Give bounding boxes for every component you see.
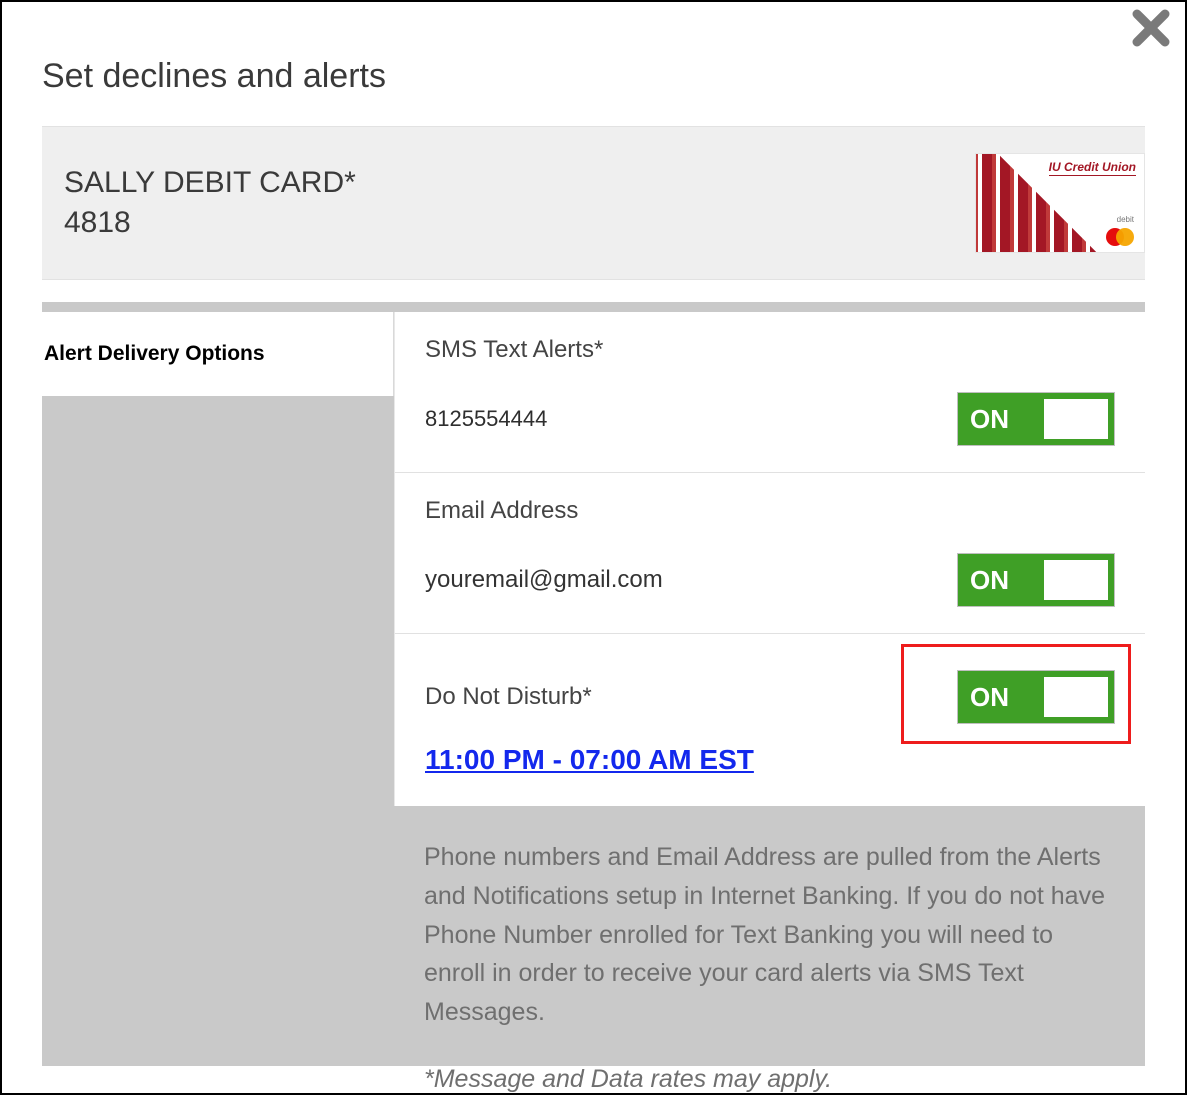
card-name-line2: 4818 [64,206,131,239]
card-art-icon: IU Credit Union debit [975,153,1145,253]
sms-toggle[interactable]: ON [957,392,1115,446]
notes-block: Phone numbers and Email Address are pull… [394,806,1145,1099]
sms-label: SMS Text Alerts* [425,336,1115,364]
toggle-knob [1044,677,1108,717]
card-sublabel: debit [1117,215,1134,224]
modal-title: Set declines and alerts [2,2,1185,126]
dnd-toggle[interactable]: ON [957,670,1115,724]
email-toggle-state: ON [970,565,1044,596]
close-icon[interactable] [1131,8,1171,48]
dnd-label: Do Not Disturb* [425,683,592,711]
content-wrap: Alert Delivery Options SMS Text Alerts* … [42,306,1145,1066]
tab-alert-delivery-options[interactable]: Alert Delivery Options [42,312,394,396]
sms-phone-value: 8125554444 [425,406,547,432]
section-sms: SMS Text Alerts* 8125554444 ON [395,312,1145,473]
email-value: youremail@gmail.com [425,566,663,594]
sms-toggle-state: ON [970,404,1044,435]
card-name-line1: SALLY DEBIT CARD* [64,166,356,199]
delivery-options-panel: SMS Text Alerts* 8125554444 ON Email Add… [394,312,1145,806]
card-name: SALLY DEBIT CARD* 4818 [64,163,356,244]
section-dnd: Do Not Disturb* ON 11:00 PM - 07:00 AM E… [395,634,1145,806]
sidebar: Alert Delivery Options [42,306,394,1066]
notes-body: Phone numbers and Email Address are pull… [424,838,1115,1032]
dnd-time-range-link[interactable]: 11:00 PM - 07:00 AM EST [425,744,754,776]
mastercard-icon [1106,228,1134,246]
card-banner: SALLY DEBIT CARD* 4818 IU Credit Union d… [42,126,1145,280]
email-label: Email Address [425,497,1115,525]
card-brand-label: IU Credit Union [1049,160,1136,176]
email-toggle[interactable]: ON [957,553,1115,607]
notes-fineprint: *Message and Data rates may apply. [424,1060,1115,1099]
tab-label: Alert Delivery Options [42,342,265,365]
main-panel-area: SMS Text Alerts* 8125554444 ON Email Add… [394,306,1145,1066]
section-email: Email Address youremail@gmail.com ON [395,473,1145,634]
dnd-toggle-state: ON [970,682,1044,713]
toggle-knob [1044,399,1108,439]
declines-alerts-modal: Set declines and alerts SALLY DEBIT CARD… [0,0,1187,1095]
toggle-knob [1044,560,1108,600]
